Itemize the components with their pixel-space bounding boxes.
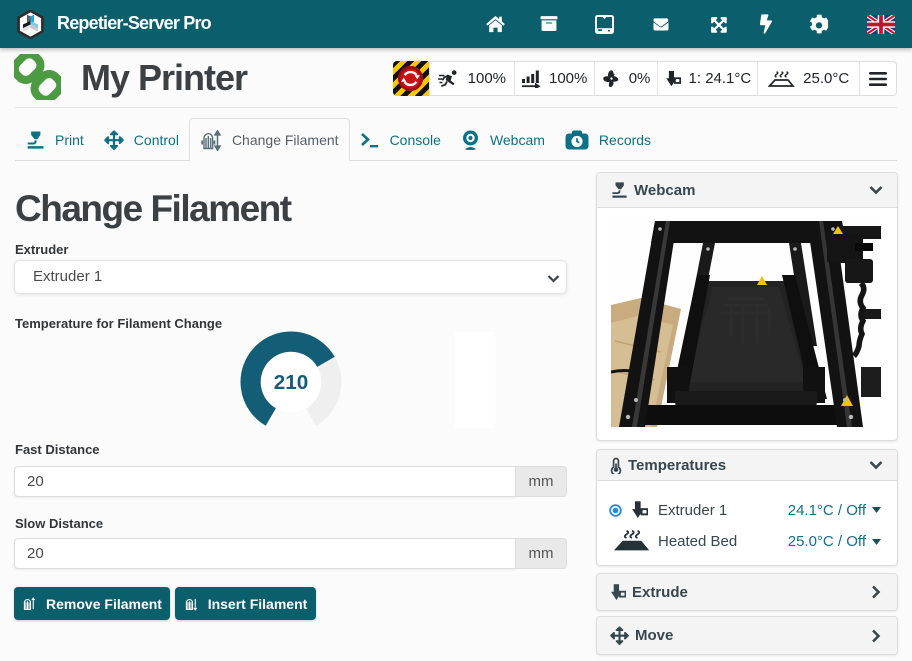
svg-text:210: 210: [274, 371, 309, 394]
